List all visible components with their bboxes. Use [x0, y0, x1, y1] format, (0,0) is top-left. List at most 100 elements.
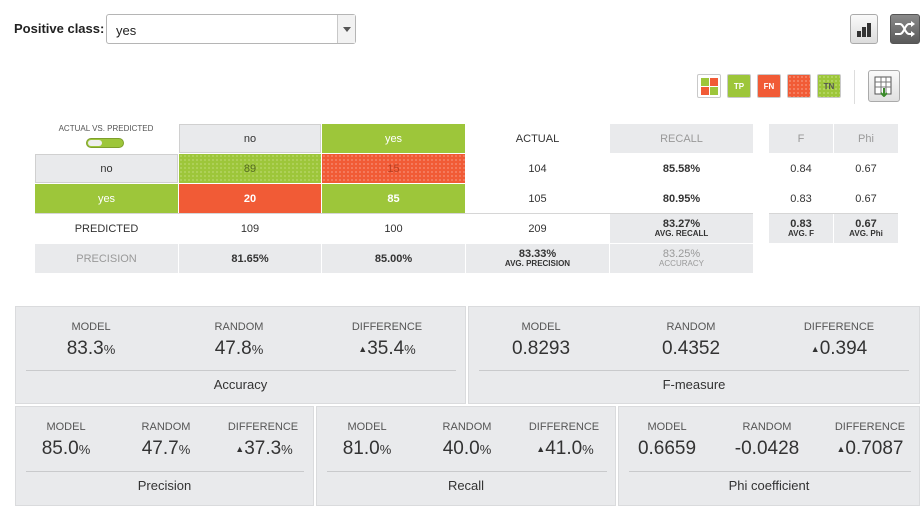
- cell-no-yes[interactable]: 15: [322, 154, 465, 183]
- cell-predicted-no: 109: [240, 222, 260, 235]
- model-label: MODEL: [347, 421, 387, 433]
- cell-no-actual: 104: [528, 162, 547, 175]
- chevron-down-icon[interactable]: [337, 15, 355, 43]
- difference-label: DIFFERENCE: [351, 321, 423, 333]
- row-header-no: no: [35, 154, 178, 183]
- accuracy-difference-value: ▲35.4%: [358, 338, 416, 359]
- panel-precision: MODEL RANDOM DIFFERENCE 85.0% 47.7% ▲37.…: [15, 406, 314, 506]
- bar-chart-icon-bar: [867, 23, 871, 37]
- triangle-up-icon: ▲: [235, 443, 245, 454]
- cell-yes-phi: 0.67: [855, 192, 877, 205]
- cell-yes-recall: 80.95%: [662, 192, 701, 205]
- fmeasure-difference-value: ▲0.394: [810, 338, 868, 359]
- cell-no-f: 0.84: [790, 162, 812, 175]
- avg-recall-label: AVG. RECALL: [654, 228, 709, 238]
- cell-predicted-total: 209: [528, 222, 547, 235]
- row-header-predicted: PREDICTED: [74, 222, 139, 235]
- panel-divider: [479, 370, 909, 371]
- avg-f-label: AVG. F: [787, 228, 815, 238]
- panel-fmeasure: MODEL RANDOM DIFFERENCE 0.8293 0.4352 ▲0…: [468, 306, 920, 404]
- model-label: MODEL: [521, 321, 561, 333]
- random-label: RANDOM: [141, 421, 191, 433]
- accuracy-random-value: 47.8%: [214, 338, 264, 359]
- fmeasure-title: F-measure: [662, 377, 726, 392]
- cell-avg-phi: 0.67 AVG. Phi: [834, 214, 898, 243]
- legend-tp-label: TP: [733, 82, 745, 91]
- cell-precision-no: 81.65%: [179, 244, 321, 273]
- top-bar: Positive class: yes: [0, 0, 924, 60]
- cell-avg-precision: 83.33% AVG. PRECISION: [466, 244, 609, 273]
- panel-divider: [327, 471, 607, 472]
- positive-class-label: Positive class:: [14, 21, 105, 36]
- panel-divider: [26, 471, 304, 472]
- random-label: RANDOM: [442, 421, 492, 433]
- recall-title: Recall: [447, 478, 485, 493]
- legend-tp-button[interactable]: TP: [727, 74, 751, 98]
- toolbar-divider: [854, 70, 855, 104]
- column-header-recall: RECALL: [610, 124, 753, 153]
- accuracy-model-value: 83.3%: [66, 338, 116, 359]
- cell-accuracy: 83.25% ACCURACY: [610, 244, 753, 273]
- phi-difference-value: ▲0.7087: [836, 438, 904, 459]
- bar-chart-icon-bar: [862, 27, 866, 37]
- triangle-up-icon: ▲: [536, 443, 546, 454]
- model-label: MODEL: [71, 321, 111, 333]
- actual-vs-predicted-label: ACTUAL VS. PREDICTED: [58, 124, 154, 133]
- model-label: MODEL: [46, 421, 86, 433]
- cell-avg-f: 0.83 AVG. F: [769, 214, 833, 243]
- precision-title: Precision: [137, 478, 192, 493]
- model-label: MODEL: [647, 421, 687, 433]
- shuffle-icon[interactable]: [890, 14, 920, 44]
- cell-no-recall: 85.58%: [662, 162, 701, 175]
- triangle-up-icon: ▲: [358, 343, 368, 354]
- cell-yes-yes[interactable]: 85: [322, 184, 465, 213]
- accuracy-title: Accuracy: [213, 377, 268, 392]
- positive-class-value: yes: [116, 23, 137, 38]
- legend-tn-label: TN: [823, 82, 835, 91]
- legend-fp-button[interactable]: [787, 74, 811, 98]
- legend-fn-button[interactable]: FN: [757, 74, 781, 98]
- cell-precision-yes: 85.00%: [322, 244, 465, 273]
- difference-label: DIFFERENCE: [834, 421, 906, 433]
- cell-no-phi: 0.67: [855, 162, 877, 175]
- positive-class-select[interactable]: yes: [106, 14, 356, 44]
- export-excel-icon[interactable]: [868, 70, 900, 102]
- column-header-f: F: [769, 124, 833, 153]
- difference-label: DIFFERENCE: [528, 421, 600, 433]
- accuracy-label: ACCURACY: [659, 258, 704, 268]
- column-header-yes: yes: [322, 124, 465, 153]
- row-header-precision: PRECISION: [35, 244, 178, 273]
- phi-title: Phi coefficient: [728, 478, 810, 493]
- panel-recall: MODEL RANDOM DIFFERENCE 81.0% 40.0% ▲41.…: [316, 406, 616, 506]
- precision-difference-value: ▲37.3%: [235, 438, 293, 459]
- triangle-up-icon: ▲: [810, 343, 820, 354]
- legend-all-icon[interactable]: [697, 74, 721, 98]
- bar-chart-icon[interactable]: [850, 14, 878, 44]
- row-header-yes: yes: [35, 184, 178, 213]
- difference-label: DIFFERENCE: [227, 421, 299, 433]
- avg-phi-value: 0.67: [855, 217, 877, 230]
- panel-divider: [26, 370, 456, 371]
- avg-f-value: 0.83: [790, 217, 812, 230]
- random-label: RANDOM: [742, 421, 792, 433]
- actual-predicted-toggle[interactable]: [86, 138, 124, 148]
- recall-difference-value: ▲41.0%: [536, 438, 594, 459]
- bar-chart-icon-bar: [857, 31, 861, 37]
- cell-avg-recall: 83.27% AVG. RECALL: [610, 214, 753, 243]
- column-header-no: no: [179, 124, 321, 153]
- avg-recall-value: 83.27%: [662, 217, 701, 230]
- difference-label: DIFFERENCE: [803, 321, 875, 333]
- legend-tn-button[interactable]: TN: [817, 74, 841, 98]
- cell-yes-actual: 105: [528, 192, 547, 205]
- precision-random-value: 47.7%: [141, 438, 191, 459]
- phi-model-value: 0.6659: [637, 438, 697, 459]
- random-label: RANDOM: [214, 321, 264, 333]
- cell-predicted-yes: 100: [384, 222, 403, 235]
- cell-yes-no[interactable]: 20: [179, 184, 321, 213]
- panel-divider: [629, 471, 911, 472]
- random-label: RANDOM: [666, 321, 716, 333]
- cell-no-no[interactable]: 89: [179, 154, 321, 183]
- panel-phi: MODEL RANDOM DIFFERENCE 0.6659 -0.0428 ▲…: [618, 406, 920, 506]
- column-header-phi: Phi: [834, 124, 898, 153]
- fmeasure-model-value: 0.8293: [511, 338, 571, 359]
